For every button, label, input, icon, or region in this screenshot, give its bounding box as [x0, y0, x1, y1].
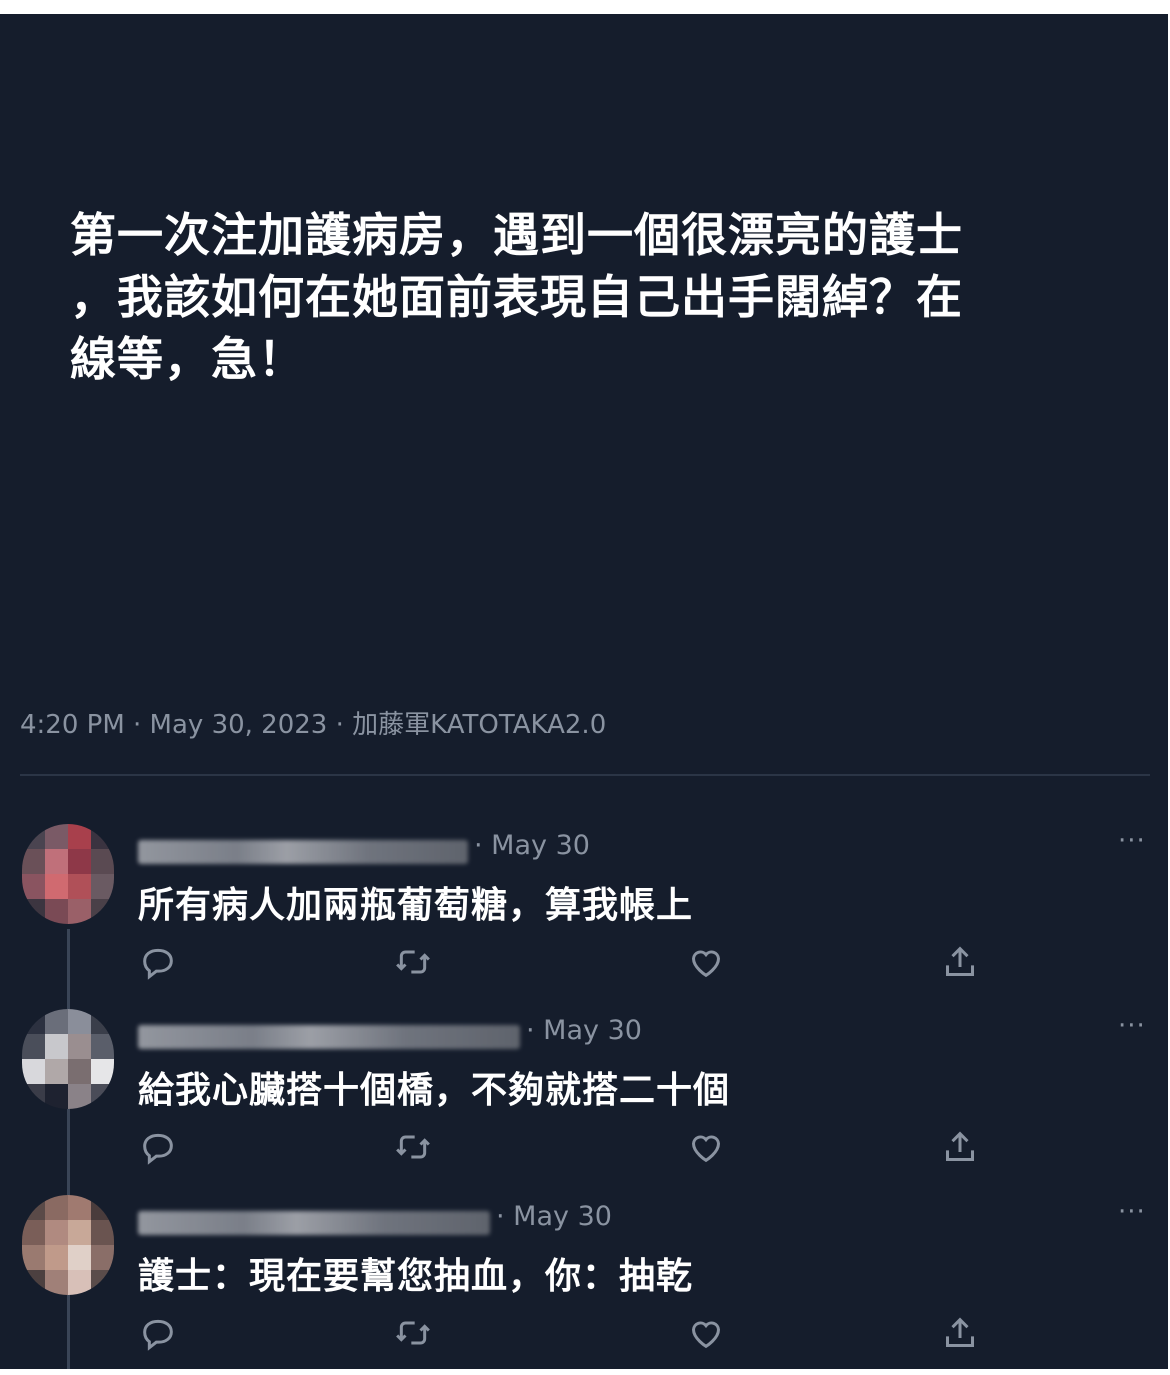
like-button[interactable]	[686, 1127, 726, 1167]
avatar-pixel	[91, 1195, 114, 1220]
avatar-pixel	[91, 1059, 114, 1084]
avatar-pixel	[68, 1059, 91, 1084]
share-icon	[946, 946, 974, 976]
avatar-pixel	[68, 1034, 91, 1059]
reply-item[interactable]: · May 30 ··· 所有病人加兩瓶葡萄糖，算我帳上	[0, 824, 1168, 1004]
reply-date: · May 30	[474, 830, 590, 861]
avatar-pixel	[45, 1084, 68, 1109]
avatar-pixel	[22, 849, 45, 874]
more-options-button[interactable]: ···	[1118, 1197, 1146, 1227]
avatar-pixel	[22, 1084, 45, 1109]
reply-item[interactable]: · May 30 ··· 護士：現在要幫您抽血，你：抽乾	[0, 1195, 1168, 1375]
share-icon	[946, 1131, 974, 1161]
avatar-pixel	[45, 1195, 68, 1220]
retweet-button[interactable]	[393, 1127, 433, 1167]
avatar-pixel	[91, 824, 114, 849]
share-button[interactable]	[940, 942, 980, 982]
tweet-meta: 4:20 PM · May 30, 2023 · 加藤軍KATOTAKA2.0	[20, 710, 607, 740]
retweet-button[interactable]	[393, 1313, 433, 1353]
avatar-pixel	[91, 1009, 114, 1034]
avatar-pixel	[22, 899, 45, 924]
avatar-pixel	[45, 899, 68, 924]
avatar-pixel	[45, 874, 68, 899]
blurred-username	[138, 840, 468, 864]
avatar-pixel	[91, 1220, 114, 1245]
share-icon	[946, 1317, 974, 1347]
blurred-username	[138, 1025, 520, 1049]
avatar-pixel	[91, 1084, 114, 1109]
more-options-button[interactable]: ···	[1118, 1011, 1146, 1041]
avatar-pixel	[22, 1245, 45, 1270]
share-button[interactable]	[940, 1127, 980, 1167]
reply-text: 護士：現在要幫您抽血，你：抽乾	[138, 1256, 694, 1297]
tweet-text: 第一次注加護病房，遇到一個很漂亮的護士 ，我該如何在她面前表現自己出手闊綽？在 …	[70, 208, 963, 386]
avatar-pixel	[91, 849, 114, 874]
avatar-pixel	[91, 899, 114, 924]
like-icon	[691, 950, 721, 978]
retweet-icon	[396, 950, 430, 974]
avatar-pixel	[68, 1009, 91, 1034]
avatar-pixel	[45, 849, 68, 874]
reply-button[interactable]	[138, 942, 178, 982]
avatar-pixel	[68, 874, 91, 899]
retweet-icon	[396, 1321, 430, 1345]
reply-text: 所有病人加兩瓶葡萄糖，算我帳上	[138, 885, 694, 926]
avatar-pixel	[45, 1270, 68, 1295]
avatar-pixel	[68, 849, 91, 874]
avatar-pixel	[91, 1034, 114, 1059]
avatar-pixel	[45, 1009, 68, 1034]
retweet-button[interactable]	[393, 942, 433, 982]
avatar-pixel	[22, 824, 45, 849]
like-button[interactable]	[686, 1313, 726, 1353]
like-icon	[691, 1135, 721, 1163]
avatar[interactable]	[22, 824, 114, 924]
reply-icon	[143, 1319, 173, 1351]
divider	[20, 774, 1150, 776]
avatar[interactable]	[22, 1009, 114, 1109]
avatar-pixel	[45, 1245, 68, 1270]
avatar-pixel	[22, 1220, 45, 1245]
avatar-pixel	[45, 824, 68, 849]
avatar-pixel	[68, 1084, 91, 1109]
avatar-pixel	[22, 1034, 45, 1059]
avatar-pixel	[22, 1195, 45, 1220]
avatar-pixel	[68, 824, 91, 849]
tweet-panel: 第一次注加護病房，遇到一個很漂亮的護士 ，我該如何在她面前表現自己出手闊綽？在 …	[0, 14, 1168, 1369]
avatar-pixel	[68, 1245, 91, 1270]
reply-button[interactable]	[138, 1313, 178, 1353]
like-icon	[691, 1321, 721, 1349]
avatar-pixel	[91, 1245, 114, 1270]
reply-icon	[143, 1133, 173, 1165]
reply-item[interactable]: · May 30 ··· 給我心臟搭十個橋，不夠就搭二十個	[0, 1009, 1168, 1189]
blurred-username	[138, 1211, 490, 1235]
avatar-pixel	[68, 1270, 91, 1295]
avatar-pixel	[22, 1059, 45, 1084]
reply-text: 給我心臟搭十個橋，不夠就搭二十個	[138, 1070, 731, 1111]
avatar-pixel	[68, 1220, 91, 1245]
avatar-pixel	[45, 1220, 68, 1245]
reply-icon	[143, 948, 173, 980]
reply-date: · May 30	[496, 1201, 612, 1232]
avatar-pixel	[68, 899, 91, 924]
retweet-icon	[396, 1135, 430, 1159]
avatar[interactable]	[22, 1195, 114, 1295]
share-button[interactable]	[940, 1313, 980, 1353]
avatar-pixel	[68, 1195, 91, 1220]
like-button[interactable]	[686, 942, 726, 982]
avatar-pixel	[91, 1270, 114, 1295]
avatar-pixel	[22, 874, 45, 899]
avatar-pixel	[45, 1034, 68, 1059]
reply-button[interactable]	[138, 1127, 178, 1167]
avatar-pixel	[91, 874, 114, 899]
reply-date: · May 30	[526, 1015, 642, 1046]
avatar-pixel	[22, 1270, 45, 1295]
more-options-button[interactable]: ···	[1118, 826, 1146, 856]
avatar-pixel	[22, 1009, 45, 1034]
avatar-pixel	[45, 1059, 68, 1084]
